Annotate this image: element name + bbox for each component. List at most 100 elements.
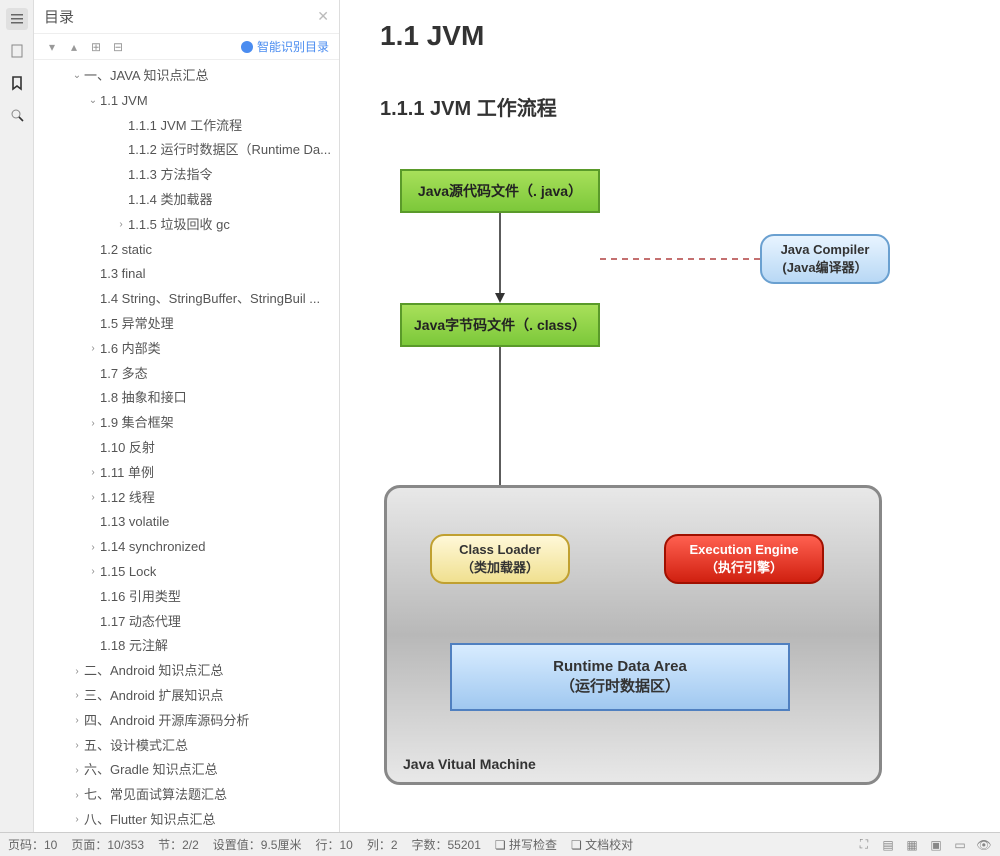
sidebar-header: 目录 ✕: [34, 0, 339, 34]
status-page[interactable]: 页面：10/353: [71, 836, 144, 853]
status-spellcheck[interactable]: 拼写检查: [509, 838, 557, 852]
chevron-right-icon[interactable]: ›: [70, 688, 84, 704]
toc-item[interactable]: 1.13 volatile: [34, 510, 339, 535]
toc-item-label: 1.6 内部类: [100, 339, 161, 360]
chevron-right-icon[interactable]: ›: [114, 217, 128, 233]
toc-item[interactable]: 1.4 String、StringBuffer、StringBuil ...: [34, 287, 339, 312]
toc-item-label: 1.18 元注解: [100, 636, 168, 657]
view-mode-3-icon[interactable]: ▣: [928, 837, 944, 853]
toc-item-label: 1.11 单例: [100, 463, 154, 484]
bookmark-icon[interactable]: [6, 72, 28, 94]
toc-item[interactable]: 1.17 动态代理: [34, 610, 339, 635]
toc-item-label: 1.16 引用类型: [100, 587, 181, 608]
chevron-right-icon[interactable]: ›: [70, 812, 84, 828]
toc-item[interactable]: 1.2 static: [34, 238, 339, 263]
chevron-right-icon[interactable]: ›: [86, 540, 100, 556]
chevron-right-icon[interactable]: ›: [70, 738, 84, 754]
status-bar: 页码：10 页面：10/353 节：2/2 设置值：9.5厘米 行：10 列：2…: [0, 832, 1000, 856]
toc-item[interactable]: ›七、常见面试算法题汇总: [34, 783, 339, 808]
toc-item[interactable]: ›1.6 内部类: [34, 337, 339, 362]
search-icon[interactable]: [6, 104, 28, 126]
toc-item[interactable]: ›五、设计模式汇总: [34, 734, 339, 759]
chevron-down-icon[interactable]: ⌄: [86, 93, 100, 109]
view-mode-2-icon[interactable]: ▦: [904, 837, 920, 853]
toc-item[interactable]: 1.1.3 方法指令: [34, 163, 339, 188]
page-icon[interactable]: [6, 40, 28, 62]
status-col[interactable]: 列：2: [367, 836, 398, 853]
toc-item[interactable]: ›1.1.5 垃圾回收 gc: [34, 213, 339, 238]
toc-item[interactable]: 1.18 元注解: [34, 634, 339, 659]
outline-icon[interactable]: [6, 8, 28, 30]
collapse-all-icon[interactable]: ▴: [66, 39, 82, 55]
toc-item-label: 1.13 volatile: [100, 512, 169, 533]
toc-item-label: 1.10 反射: [100, 438, 155, 459]
toc-item[interactable]: ›1.12 线程: [34, 486, 339, 511]
toc-item[interactable]: 1.10 反射: [34, 436, 339, 461]
expand-all-icon[interactable]: ▾: [44, 39, 60, 55]
toc-item[interactable]: ⌄一、JAVA 知识点汇总: [34, 64, 339, 89]
status-page-num[interactable]: 页码：10: [8, 836, 57, 853]
chevron-right-icon[interactable]: ›: [86, 341, 100, 357]
toc-item[interactable]: ›四、Android 开源库源码分析: [34, 709, 339, 734]
toc-item-label: 1.5 异常处理: [100, 314, 174, 335]
toc-item-label: 1.4 String、StringBuffer、StringBuil ...: [100, 289, 320, 310]
toc-item-label: 1.15 Lock: [100, 562, 156, 583]
toc-item[interactable]: 1.1.1 JVM 工作流程: [34, 114, 339, 139]
toc-item-label: 1.3 final: [100, 264, 146, 285]
toc-item-label: 1.1.2 运行时数据区（Runtime Da...: [128, 140, 331, 161]
toc-item-label: 六、Gradle 知识点汇总: [84, 760, 218, 781]
sidebar-toolbar: ▾ ▴ ⊞ ⊟ 智能识别目录: [34, 34, 339, 60]
eye-icon[interactable]: 👁: [976, 837, 992, 853]
toc-item[interactable]: ›1.11 单例: [34, 461, 339, 486]
toc-item-label: 1.7 多态: [100, 364, 148, 385]
toc-item[interactable]: ›1.9 集合框架: [34, 411, 339, 436]
plus-icon[interactable]: ⊞: [88, 39, 104, 55]
chevron-down-icon[interactable]: ⌄: [70, 68, 84, 84]
chevron-right-icon[interactable]: ›: [70, 713, 84, 729]
heading-2: 1.1.1 JVM 工作流程: [380, 92, 960, 121]
execution-engine-box: Execution Engine（执行引擎）: [664, 534, 824, 584]
toc-item[interactable]: ›1.15 Lock: [34, 560, 339, 585]
smart-toc-button[interactable]: 智能识别目录: [241, 38, 329, 55]
toc-item-label: 1.17 动态代理: [100, 612, 181, 633]
chevron-right-icon[interactable]: ›: [70, 763, 84, 779]
view-mode-4-icon[interactable]: ▭: [952, 837, 968, 853]
toc-item-label: 1.12 线程: [100, 488, 155, 509]
status-setting[interactable]: 设置值：9.5厘米: [213, 836, 302, 853]
toc-item[interactable]: 1.7 多态: [34, 362, 339, 387]
toc-item[interactable]: ›三、Android 扩展知识点: [34, 684, 339, 709]
minus-icon[interactable]: ⊟: [110, 39, 126, 55]
chevron-right-icon[interactable]: ›: [70, 664, 84, 680]
status-chars[interactable]: 字数：55201: [412, 836, 481, 853]
toc-item-label: 1.1.1 JVM 工作流程: [128, 116, 242, 137]
status-row[interactable]: 行：10: [315, 836, 352, 853]
chevron-right-icon[interactable]: ›: [86, 416, 100, 432]
toc-item-label: 二、Android 知识点汇总: [84, 661, 223, 682]
smart-toc-label: 智能识别目录: [257, 38, 329, 55]
status-doccheck[interactable]: 文档校对: [585, 838, 633, 852]
toc-item[interactable]: ›二、Android 知识点汇总: [34, 659, 339, 684]
toc-item[interactable]: 1.1.4 类加载器: [34, 188, 339, 213]
chevron-right-icon[interactable]: ›: [86, 465, 100, 481]
runtime-area-box: Runtime Data Area（运行时数据区）: [450, 643, 790, 711]
toc-item[interactable]: 1.5 异常处理: [34, 312, 339, 337]
toc-item[interactable]: 1.16 引用类型: [34, 585, 339, 610]
toc-item[interactable]: ›八、Flutter 知识点汇总: [34, 808, 339, 832]
java-source-box: Java源代码文件（. java）: [400, 169, 600, 213]
toc-item[interactable]: ›六、Gradle 知识点汇总: [34, 758, 339, 783]
toc-item[interactable]: ⌄1.1 JVM: [34, 89, 339, 114]
toc-item-label: 1.14 synchronized: [100, 537, 206, 558]
close-icon[interactable]: ✕: [317, 8, 329, 25]
chevron-right-icon[interactable]: ›: [70, 788, 84, 804]
view-mode-1-icon[interactable]: ▤: [880, 837, 896, 853]
toc-item[interactable]: 1.1.2 运行时数据区（Runtime Da...: [34, 138, 339, 163]
fullscreen-icon[interactable]: ⛶: [856, 837, 872, 853]
toc-item[interactable]: ›1.14 synchronized: [34, 535, 339, 560]
toc-tree[interactable]: ⌄一、JAVA 知识点汇总⌄1.1 JVM1.1.1 JVM 工作流程 1.1.2…: [34, 60, 339, 832]
status-section[interactable]: 节：2/2: [158, 836, 199, 853]
chevron-right-icon[interactable]: ›: [86, 490, 100, 506]
toc-item[interactable]: 1.3 final: [34, 262, 339, 287]
smart-toc-icon: [241, 41, 253, 53]
toc-item[interactable]: 1.8 抽象和接口: [34, 386, 339, 411]
chevron-right-icon[interactable]: ›: [86, 564, 100, 580]
